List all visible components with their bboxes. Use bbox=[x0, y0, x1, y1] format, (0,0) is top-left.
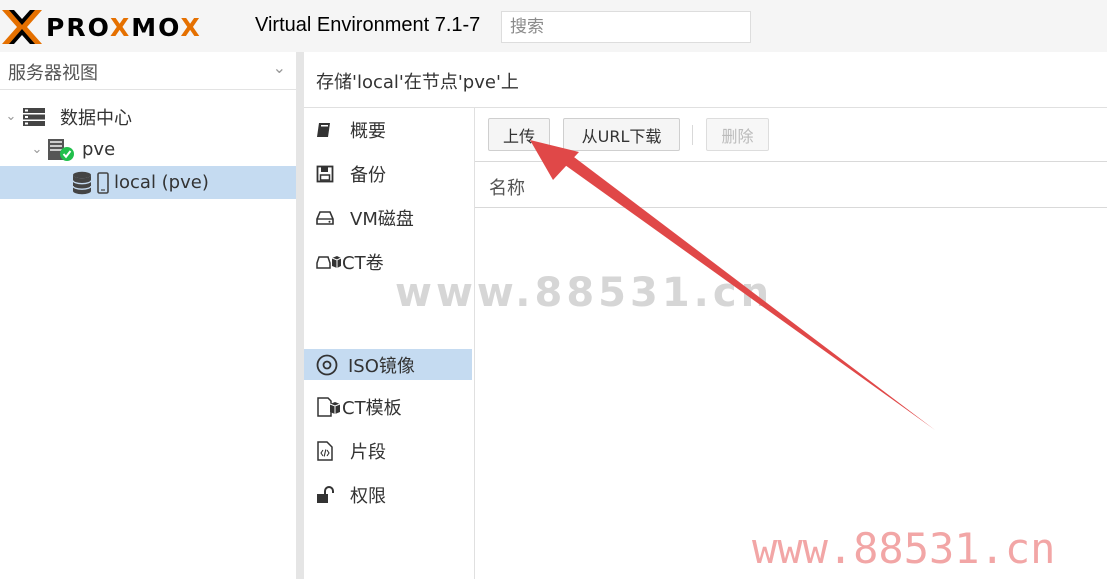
nav-item-label: ISO镜像 bbox=[348, 355, 415, 377]
code-file-icon bbox=[316, 440, 342, 461]
container-volume-icon bbox=[316, 253, 342, 271]
nav-item-label: CT模板 bbox=[342, 397, 402, 419]
resource-tree: ⌄ 数据中心 ⌄ pve local (pve) bbox=[0, 100, 296, 199]
nav-item-summary[interactable]: 概要 bbox=[304, 114, 472, 145]
resource-tree-panel: 服务器视图 ⌄ ⌄ 数据中心 ⌄ pve local (pve) bbox=[0, 52, 296, 579]
nav-item-permissions[interactable]: 权限 bbox=[304, 479, 472, 510]
collapse-toggle-icon[interactable]: ⌄ bbox=[30, 142, 44, 157]
nav-item-vm-disks[interactable]: VM磁盘 bbox=[304, 202, 472, 233]
nav-item-snippets[interactable]: 片段 bbox=[304, 435, 472, 466]
watermark-text: www.88531.cn bbox=[395, 270, 774, 316]
upload-button[interactable]: 上传 bbox=[488, 118, 550, 151]
chevron-down-icon[interactable]: ⌄ bbox=[273, 58, 286, 77]
proxmox-x-icon bbox=[2, 10, 42, 44]
view-selector[interactable]: 服务器视图 ⌄ bbox=[0, 52, 296, 90]
nav-item-label: 概要 bbox=[350, 120, 386, 142]
nav-item-ct-templates[interactable]: CT模板 bbox=[304, 391, 472, 422]
container-template-icon bbox=[316, 396, 342, 417]
column-header-name[interactable]: 名称 bbox=[475, 162, 1107, 208]
tree-node-label: pve bbox=[82, 139, 116, 160]
storage-toolbar: 上传 从URL下载 删除 bbox=[475, 108, 1107, 162]
delete-button[interactable]: 删除 bbox=[706, 118, 769, 151]
toolbar-separator bbox=[692, 125, 693, 145]
tree-node-pve[interactable]: ⌄ pve bbox=[0, 133, 296, 166]
storage-subnav: 概要 备份 VM磁盘 CT卷 ISO镜像 CT模板 片段 权限 bbox=[304, 108, 475, 579]
nav-item-label: VM磁盘 bbox=[350, 208, 414, 230]
page-title: 存储'local'在节点'pve'上 bbox=[304, 52, 1107, 108]
nav-item-iso-images[interactable]: ISO镜像 bbox=[304, 349, 472, 380]
column-header-label: 名称 bbox=[489, 178, 525, 199]
node-online-icon bbox=[46, 138, 76, 162]
book-icon bbox=[316, 121, 342, 139]
top-bar: PROXMOX Virtual Environment 7.1-7 bbox=[0, 0, 1107, 52]
product-version: Virtual Environment 7.1-7 bbox=[255, 14, 481, 36]
collapse-toggle-icon[interactable]: ⌄ bbox=[4, 109, 18, 124]
tree-node-local-storage[interactable]: local (pve) bbox=[0, 166, 296, 199]
disc-icon bbox=[316, 354, 342, 376]
nav-item-label: 备份 bbox=[350, 164, 386, 186]
hard-drive-icon bbox=[316, 209, 342, 227]
proxmox-logo[interactable]: PROXMOX bbox=[0, 7, 202, 47]
server-rack-icon bbox=[22, 107, 46, 127]
view-selector-value: 服务器视图 bbox=[8, 63, 98, 84]
tree-node-datacenter[interactable]: ⌄ 数据中心 bbox=[0, 100, 296, 133]
floppy-disk-icon bbox=[316, 165, 342, 183]
nav-item-label: CT卷 bbox=[342, 252, 384, 274]
unlock-icon bbox=[316, 485, 342, 504]
brand-name: PROXMOX bbox=[46, 12, 202, 42]
nav-item-label: 片段 bbox=[350, 441, 386, 463]
panel-splitter[interactable] bbox=[296, 52, 304, 579]
nav-item-backup[interactable]: 备份 bbox=[304, 158, 472, 189]
tree-node-label: local (pve) bbox=[114, 172, 209, 193]
storage-database-icon bbox=[72, 171, 112, 195]
nav-item-label: 权限 bbox=[350, 485, 386, 507]
download-from-url-button[interactable]: 从URL下载 bbox=[563, 118, 680, 151]
search-input[interactable] bbox=[501, 11, 751, 43]
watermark-text-corner: www.88531.cn bbox=[752, 524, 1056, 573]
tree-node-label: 数据中心 bbox=[60, 107, 132, 129]
